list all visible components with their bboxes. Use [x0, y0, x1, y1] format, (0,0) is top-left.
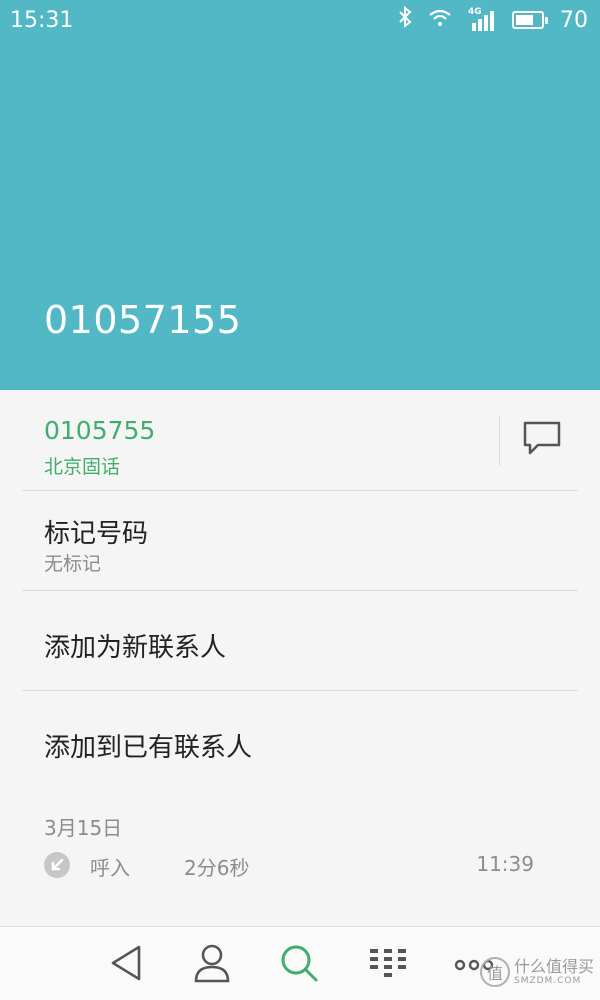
call-time: 11:39	[476, 852, 534, 876]
battery-fill	[516, 15, 533, 25]
mark-number-title: 标记号码	[44, 519, 149, 549]
watermark-logo: 值	[479, 957, 510, 987]
call-duration: 2分6秒	[184, 856, 250, 880]
watermark: 值 什么值得买 SMZDM.COM	[479, 957, 594, 987]
mark-number-row[interactable]: 标记号码 无标记	[22, 491, 578, 591]
call-date: 3月15日	[44, 816, 123, 840]
watermark-sub: SMZDM.COM	[513, 976, 582, 986]
status-time: 15:31	[10, 7, 74, 33]
add-existing-contact-label: 添加到已有联系人	[44, 733, 253, 763]
mark-status: 无标记	[44, 553, 102, 575]
status-icons: 4G 70	[398, 5, 588, 34]
back-button[interactable]	[104, 943, 148, 987]
status-bar: 15:31 4G 70	[0, 0, 600, 40]
number-location: 北京固话	[44, 456, 121, 478]
caller-header: 15:31 4G 70 01057155	[0, 0, 600, 390]
caller-number-large: 01057155	[44, 298, 242, 342]
wifi-icon	[428, 8, 452, 33]
search-button[interactable]	[277, 943, 321, 987]
message-icon	[522, 420, 562, 460]
dialpad-icon	[368, 947, 408, 983]
add-new-contact-row[interactable]: 添加为新联系人	[22, 591, 578, 691]
bottom-navigation: 值 什么值得买 SMZDM.COM	[0, 926, 600, 1000]
incoming-call-icon	[44, 852, 70, 878]
watermark-text-block: 什么值得买 SMZDM.COM	[513, 957, 594, 987]
dialpad-button[interactable]	[366, 943, 410, 987]
phone-number: 0105755	[44, 416, 156, 445]
battery-icon	[512, 11, 548, 29]
call-type: 呼入	[90, 856, 130, 880]
send-message-button[interactable]	[520, 420, 564, 460]
watermark-text: 什么值得买	[513, 957, 594, 976]
contacts-icon	[193, 943, 231, 987]
bluetooth-icon	[398, 5, 412, 34]
add-existing-contact-row[interactable]: 添加到已有联系人	[22, 691, 578, 791]
call-detail-screen: 15:31 4G 70 01057155 0105755 北京固话 标记号码 无…	[0, 0, 600, 1000]
contacts-button[interactable]	[190, 943, 234, 987]
add-new-contact-label: 添加为新联系人	[44, 633, 227, 663]
number-row[interactable]: 0105755 北京固话	[22, 390, 578, 491]
call-detail-list: 0105755 北京固话 标记号码 无标记 添加为新联系人 添加到已有联系人 3…	[0, 390, 600, 926]
back-icon	[109, 944, 143, 986]
vertical-divider	[499, 416, 500, 466]
search-icon	[279, 943, 319, 987]
call-record: 呼入 2分6秒 11:39	[44, 850, 544, 880]
battery-percent: 70	[560, 7, 588, 33]
cellular-signal-icon: 4G	[468, 7, 496, 31]
